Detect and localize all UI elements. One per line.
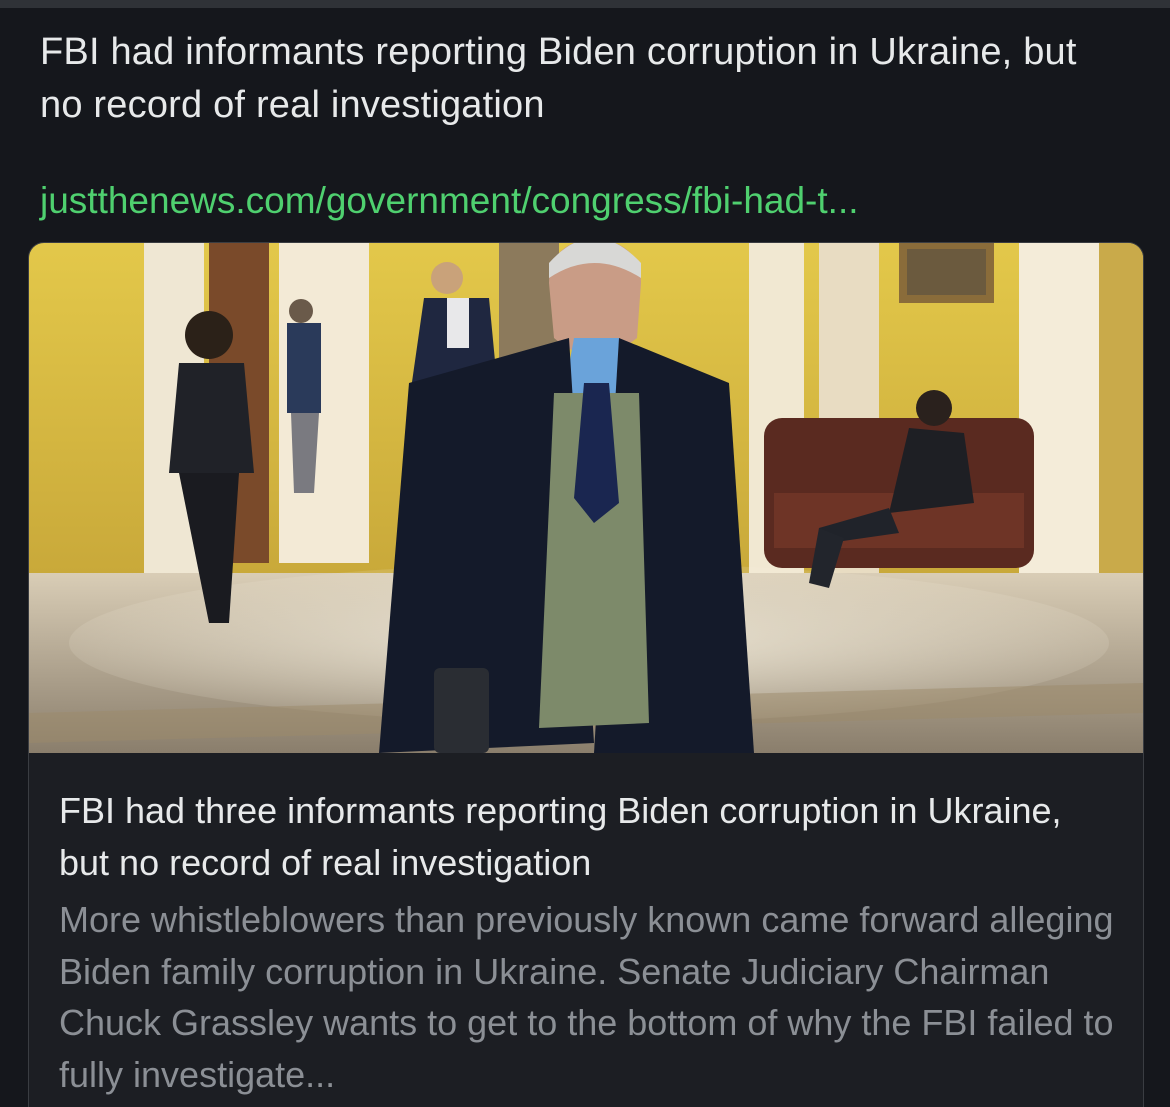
card-description: More whistleblowers than previously know… xyxy=(59,899,1114,1095)
link-preview-card[interactable]: FBI had three informants reporting Biden… xyxy=(28,242,1144,1107)
post-link[interactable]: justthenews.com/government/congress/fbi-… xyxy=(40,176,859,226)
post-text: FBI had informants reporting Biden corru… xyxy=(40,31,1077,126)
card-title: FBI had three informants reporting Biden… xyxy=(59,790,1062,883)
card-body: FBI had three informants reporting Biden… xyxy=(29,753,1143,1107)
top-divider xyxy=(0,0,1170,8)
card-image[interactable] xyxy=(29,243,1143,753)
